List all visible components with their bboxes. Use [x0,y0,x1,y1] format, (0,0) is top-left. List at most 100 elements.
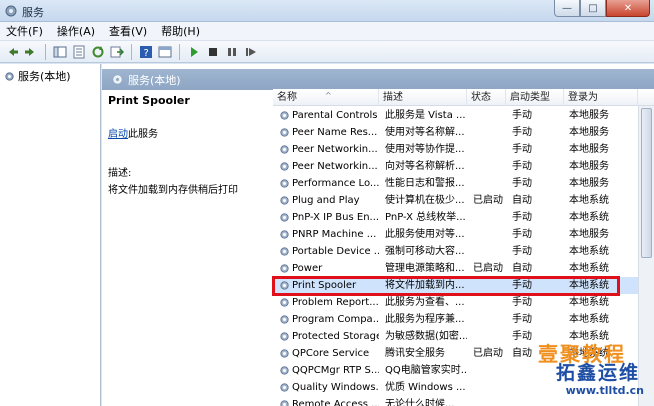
watermark-line-2: 拓鑫运维 [555,362,640,384]
service-description: 使用对等名称解... [385,127,465,138]
tree-pane: 服务(本地) [0,64,101,406]
menu-file[interactable]: 文件(F) [6,23,43,39]
service-description: 此服务使用对等... [385,229,465,240]
service-name: Peer Name Res... [292,127,378,138]
service-name-cell: PNRP Machine ... [279,226,379,243]
help-icon[interactable]: ? [138,44,154,60]
column-header-status[interactable]: 状态 [467,89,506,106]
service-startup-type: 手动 [512,246,532,257]
menu-view[interactable]: 查看(V) [109,23,147,39]
service-status [473,294,507,311]
service-name-cell: Protected Storage [279,328,379,345]
table-row[interactable]: Plug and Play 使计算机在极少... 已启动 自动 本地系统 [273,192,654,209]
menu-help[interactable]: 帮助(H) [161,23,200,39]
menu-action[interactable]: 操作(A) [57,23,95,39]
table-row[interactable]: Peer Name Res... 使用对等名称解... 手动 本地服务 [273,124,654,141]
service-startup-type: 自动 [512,263,532,274]
service-status [473,311,507,328]
service-description: PnP-X 总线枚举... [385,212,466,223]
service-logon-as: 本地服务 [569,144,609,155]
service-name-cell: Power [279,260,379,277]
pane-header-title: 服务(本地) [128,73,181,87]
table-row[interactable]: Parental Controls 此服务是 Vista ... 手动 本地服务 [273,107,654,124]
service-startup-type: 手动 [512,161,532,172]
service-startup-type: 自动 [512,195,532,206]
service-name-cell: Quality Windows... [279,379,379,396]
refresh-icon[interactable] [90,44,106,60]
service-status [473,124,507,141]
service-status [473,141,507,158]
service-logon-as: 本地服务 [569,127,609,138]
service-description: 此服务是 Vista ... [385,110,466,121]
scrollbar-thumb[interactable] [641,108,652,258]
gear-icon [280,145,289,154]
table-row[interactable]: Peer Networkin... 向对等名称解析... 手动 本地服务 [273,158,654,175]
back-icon[interactable] [4,44,20,60]
table-row[interactable]: Power 管理电源策略和... 已启动 自动 本地系统 [273,260,654,277]
maximize-button[interactable]: □ [580,0,606,17]
tree-item-services-local[interactable]: 服务(本地) [4,68,71,84]
service-description: 无论什么时候... [385,399,455,406]
service-status: 已启动 [473,195,503,206]
service-name: Protected Storage [292,331,379,342]
service-logon-as: 本地系统 [569,195,609,206]
service-status [473,158,507,175]
gear-icon [280,315,289,324]
service-logon-as: 本地系统 [569,212,609,223]
service-status [473,175,507,192]
show-hide-tree-icon[interactable] [52,44,68,60]
service-name: Remote Access ... [292,399,379,406]
service-startup-type: 手动 [512,178,532,189]
table-row[interactable]: PnP-X IP Bus En... PnP-X 总线枚举... 手动 本地系统 [273,209,654,226]
service-startup-type: 手动 [512,110,532,121]
stop-icon[interactable] [205,44,221,60]
service-description: 此服务为程序兼... [385,314,465,325]
service-startup-type: 手动 [512,212,532,223]
services-pane: 服务(本地) Print Spooler 启动此服务 描述: 将文件加载到内存供… [102,64,654,406]
forward-icon[interactable] [23,44,39,60]
table-row[interactable]: Problem Report... 此服务为查看、... 手动 本地系统 [273,294,654,311]
service-name: Peer Networkin... [292,144,378,155]
start-service-link[interactable]: 启动 [108,129,128,140]
table-row[interactable]: PNRP Machine ... 此服务使用对等... 手动 本地服务 [273,226,654,243]
menu-bar: 文件(F) 操作(A) 查看(V) 帮助(H) [0,22,654,41]
play-icon[interactable] [186,44,202,60]
service-name: Performance Lo... [292,178,379,189]
service-description: 管理电源策略和... [385,263,465,274]
service-name: Program Compa... [292,314,379,325]
export-icon[interactable] [109,44,125,60]
column-header-description[interactable]: 描述 [379,89,467,106]
console-icon[interactable] [157,44,173,60]
column-header-name[interactable]: 名称 ^ [273,89,379,106]
service-name: Power [292,263,323,274]
table-row[interactable]: Performance Lo... 性能日志和警报... 手动 本地服务 [273,175,654,192]
column-header-logon-as[interactable]: 登录为 [564,89,638,106]
toolbar-separator [179,43,180,60]
service-description: 强制可移动大容... [385,246,465,257]
service-description: 优质 Windows ... [385,382,466,393]
pause-icon[interactable] [224,44,240,60]
restart-icon[interactable] [243,44,259,60]
column-header-startup-type[interactable]: 启动类型 [506,89,564,106]
service-startup-type: 手动 [512,144,532,155]
service-startup-type: 手动 [512,127,532,138]
service-detail-panel: Print Spooler 启动此服务 描述: 将文件加载到内存供稍后打印 [108,94,268,196]
service-name-cell: QPCore Service [279,345,379,362]
service-status [473,209,507,226]
table-row[interactable]: Peer Networkin... 使用对等协作提... 手动 本地服务 [273,141,654,158]
service-name: Plug and Play [292,195,360,206]
gear-icon [280,179,289,188]
close-button[interactable]: ✕ [606,0,650,17]
service-description: 性能日志和警报... [385,178,465,189]
service-description: QQ电脑管家实时... [385,365,467,376]
service-logon-as: 本地系统 [569,314,609,325]
service-name-cell: Performance Lo... [279,175,379,192]
minimize-button[interactable]: — [554,0,580,17]
table-row[interactable]: Portable Device ... 强制可移动大容... 手动 本地系统 [273,243,654,260]
service-status: 已启动 [473,263,503,274]
service-description: 腾讯安全服务 [385,348,445,359]
start-service-action: 启动此服务 [108,125,268,140]
table-row[interactable]: Program Compa... 此服务为程序兼... 手动 本地系统 [273,311,654,328]
properties-icon[interactable] [71,44,87,60]
service-description: 使用对等协作提... [385,144,465,155]
